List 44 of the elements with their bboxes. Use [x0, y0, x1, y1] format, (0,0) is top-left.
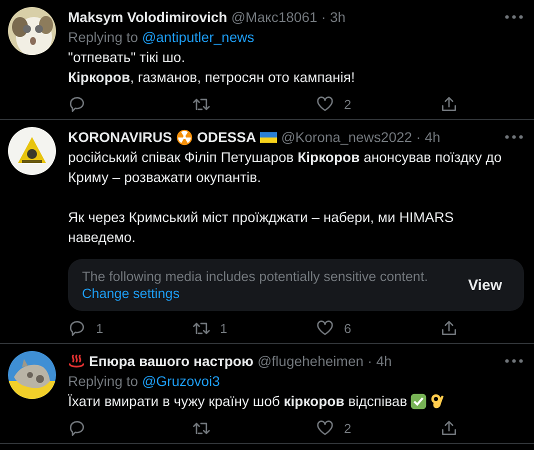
like-icon[interactable] [316, 95, 334, 113]
action-count: 2 [344, 420, 352, 436]
user-handle[interactable]: @Korona_news2022 [281, 127, 412, 147]
action-count: 1 [220, 320, 228, 336]
like-icon[interactable] [316, 419, 334, 437]
change-settings-link[interactable]: Change settings [82, 286, 460, 301]
reply-icon[interactable] [68, 95, 86, 113]
user-handle[interactable]: @flugeheheimen [257, 351, 364, 371]
replying-label: Replying to [68, 29, 138, 45]
user-name[interactable]: KORONAVIRUS [68, 127, 172, 147]
share-icon[interactable] [440, 419, 458, 437]
user-name[interactable]: ODESSA [196, 127, 256, 147]
tweet-text: Як через Кримський міст проїжджати – набери, ми HIMARS наведемо. [68, 208, 455, 247]
user-name[interactable]: Епюра вашого настрою [89, 351, 254, 371]
notice-text: The following media includes potentially sensitive content. [82, 269, 429, 284]
action-count: 1 [96, 320, 104, 336]
timestamp[interactable]: 4h [424, 127, 440, 147]
timestamp[interactable]: 3h [330, 7, 346, 27]
share-icon[interactable] [440, 319, 458, 337]
more-icon[interactable] [504, 134, 524, 140]
radiation-icon [176, 128, 193, 146]
action-count: 2 [344, 96, 352, 112]
reply-icon[interactable] [68, 419, 86, 437]
separator-dot: · [368, 352, 372, 371]
view-button[interactable]: View [460, 272, 510, 298]
share-icon[interactable] [440, 95, 458, 113]
tweet-text: Їхати вмирати в чужу країну шоб кіркоров відспівав [68, 392, 408, 411]
replying-label: Replying to [68, 373, 138, 389]
action-count: 6 [344, 320, 352, 336]
tweet-text: російський співак Філіп Петушаров Кіркоров анонсував поїздку до Криму – розважати окупантів. [68, 148, 503, 187]
more-icon[interactable] [504, 358, 524, 364]
user-handle[interactable]: @Макс18061 [231, 7, 318, 27]
mention-link[interactable]: @Gruzovoi3 [142, 373, 220, 389]
tweet-text: "отпевать" тікі шо. Кіркоров, газманов, петросян ото кампанія! [68, 48, 356, 87]
timestamp[interactable]: 4h [376, 351, 392, 371]
more-icon[interactable] [504, 14, 524, 20]
mention-link[interactable]: @antiputler_news [142, 29, 254, 45]
user-name[interactable]: Maksym Volodimirovich [68, 7, 228, 27]
separator-dot: · [321, 8, 326, 27]
reply-icon[interactable] [68, 319, 86, 337]
hot-springs-icon [68, 352, 85, 370]
separator-dot: · [416, 128, 421, 147]
check-icon [410, 392, 428, 410]
like-icon[interactable] [316, 319, 334, 337]
